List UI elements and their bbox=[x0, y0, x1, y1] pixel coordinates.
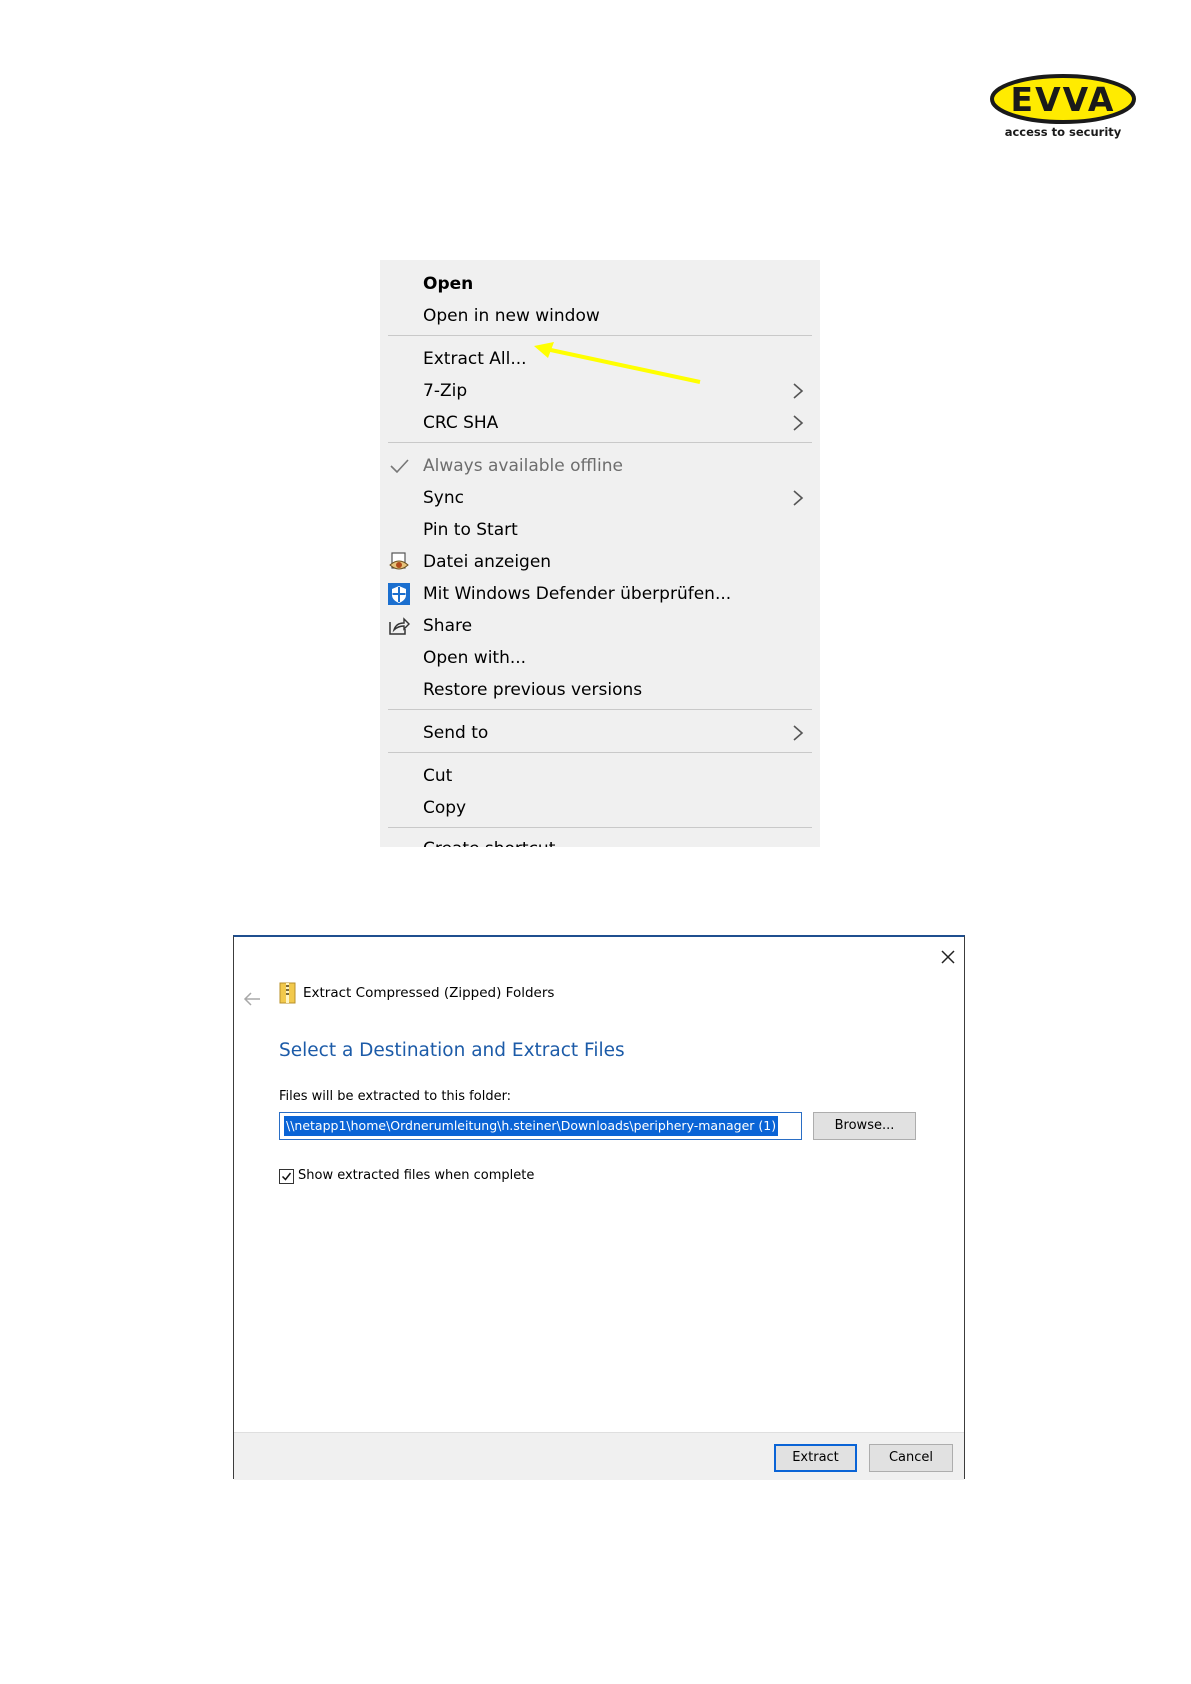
menu-item-label: Create shortcut bbox=[423, 833, 555, 847]
menu-item-send-to[interactable]: Send to bbox=[380, 717, 820, 749]
close-icon[interactable] bbox=[938, 947, 958, 967]
menu-item-crc-sha[interactable]: CRC SHA bbox=[380, 407, 820, 439]
menu-item-label: Mit Windows Defender überprüfen... bbox=[423, 584, 732, 604]
menu-item-label: Sync bbox=[423, 488, 464, 508]
show-files-checkbox[interactable] bbox=[279, 1169, 294, 1184]
menu-item-share[interactable]: Share bbox=[380, 610, 820, 642]
menu-separator bbox=[388, 335, 812, 336]
share-icon bbox=[389, 617, 410, 635]
checkmark-icon bbox=[281, 1172, 292, 1181]
chevron-right-icon bbox=[793, 490, 804, 506]
menu-item-windows-defender[interactable]: Mit Windows Defender überprüfen... bbox=[380, 578, 820, 610]
menu-item-label: CRC SHA bbox=[423, 413, 499, 433]
menu-item-cut[interactable]: Cut bbox=[380, 760, 820, 792]
menu-item-label: 7-Zip bbox=[423, 381, 468, 401]
menu-item-label: Always available offline bbox=[423, 456, 623, 476]
menu-item-label: Open with... bbox=[423, 648, 527, 668]
destination-folder-label: Files will be extracted to this folder: bbox=[279, 1089, 512, 1104]
zip-folder-icon bbox=[279, 982, 296, 1004]
chevron-right-icon bbox=[793, 725, 804, 741]
menu-item-label: Extract All... bbox=[423, 349, 527, 369]
checkmark-icon bbox=[390, 459, 409, 474]
menu-item-pin-to-start[interactable]: Pin to Start bbox=[380, 514, 820, 546]
extract-dialog: Extract Compressed (Zipped) Folders Sele… bbox=[233, 935, 965, 1480]
menu-item-label: Open in new window bbox=[423, 306, 600, 326]
file-viewer-icon bbox=[389, 552, 409, 570]
cancel-button[interactable]: Cancel bbox=[869, 1444, 953, 1472]
menu-item-open[interactable]: Open bbox=[380, 268, 820, 300]
menu-item-open-new-window[interactable]: Open in new window bbox=[380, 300, 820, 332]
context-menu: Open Open in new window Extract All... 7… bbox=[380, 260, 820, 847]
dialog-heading: Select a Destination and Extract Files bbox=[279, 1040, 625, 1061]
evva-logo: EVVA access to security bbox=[990, 74, 1136, 142]
menu-item-create-shortcut[interactable]: Create shortcut bbox=[380, 833, 820, 847]
windows-defender-shield-icon bbox=[388, 583, 410, 605]
menu-item-label: Copy bbox=[423, 798, 467, 818]
menu-item-label: Cut bbox=[423, 766, 453, 786]
menu-item-label: Open bbox=[423, 274, 474, 294]
dialog-footer: Extract Cancel bbox=[234, 1432, 964, 1480]
menu-item-datei-anzeigen[interactable]: Datei anzeigen bbox=[380, 546, 820, 578]
menu-separator bbox=[388, 709, 812, 710]
menu-item-always-offline[interactable]: Always available offline bbox=[380, 450, 820, 482]
menu-item-restore-previous-versions[interactable]: Restore previous versions bbox=[380, 674, 820, 706]
chevron-right-icon bbox=[793, 415, 804, 431]
extract-button[interactable]: Extract bbox=[774, 1444, 857, 1472]
svg-text:access to security: access to security bbox=[1005, 125, 1122, 139]
dialog-title: Extract Compressed (Zipped) Folders bbox=[303, 985, 555, 1001]
destination-path-input[interactable] bbox=[279, 1112, 802, 1140]
menu-item-sync[interactable]: Sync bbox=[380, 482, 820, 514]
menu-item-label: Send to bbox=[423, 723, 489, 743]
highlight-arrow-icon bbox=[534, 342, 701, 384]
menu-item-label: Pin to Start bbox=[423, 520, 518, 540]
menu-separator bbox=[388, 752, 812, 753]
menu-separator bbox=[388, 827, 812, 828]
menu-item-label: Restore previous versions bbox=[423, 680, 643, 700]
back-arrow-icon[interactable] bbox=[242, 991, 262, 1007]
menu-separator bbox=[388, 442, 812, 443]
menu-item-label: Share bbox=[423, 616, 473, 636]
svg-text:EVVA: EVVA bbox=[1011, 80, 1116, 119]
browse-button[interactable]: Browse... bbox=[813, 1112, 916, 1140]
chevron-right-icon bbox=[793, 383, 804, 399]
menu-item-open-with[interactable]: Open with... bbox=[380, 642, 820, 674]
menu-item-label: Datei anzeigen bbox=[423, 552, 552, 572]
show-files-label: Show extracted files when complete bbox=[298, 1168, 535, 1183]
menu-item-copy[interactable]: Copy bbox=[380, 792, 820, 824]
